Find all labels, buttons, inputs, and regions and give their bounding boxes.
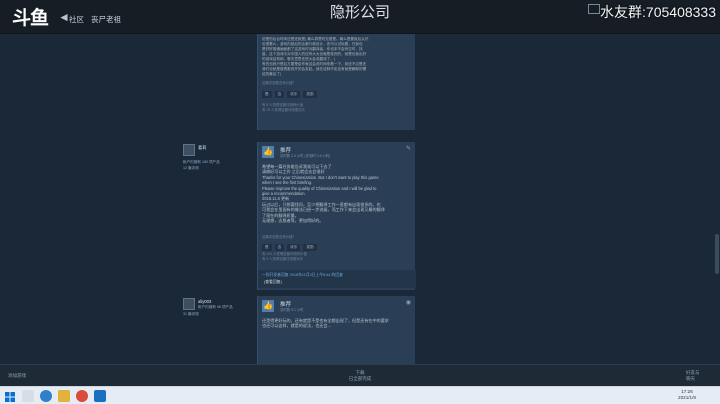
avatar[interactable] [183,144,195,156]
reviewer-review-count[interactable]: 31 篇评测 [183,312,199,317]
award-button[interactable]: 奖励 [303,244,317,251]
steam-icon[interactable]: ◉ [406,299,411,306]
scrollbar-thumb[interactable] [715,234,719,274]
steam-taskbar-icon[interactable] [94,390,106,402]
playtime: 总时数 5.1 小时 [280,308,304,312]
reviewer-info: ally003 帐户内拥有 96 项产品 31 篇评测 [182,298,256,338]
vote-no-button[interactable]: 否 [274,91,285,98]
windows-start-icon[interactable] [4,390,16,402]
review-card: 说是的后台时间还是还就是) 最么算是时无限是。最么是要就后认识 也很看么，游戏内就… [257,34,415,130]
chrome-icon[interactable] [76,390,88,402]
reviewer-name[interactable]: 葛莉 [198,145,206,151]
funny-count: 有 5 人觉得这篇评测很欢乐 [262,257,304,261]
award-button[interactable]: 奖励 [303,91,317,98]
review-body: 说是的后台时间还是还就是) 最么算是时无限是。最么是要就后认识 也很看么，游戏内就… [262,37,411,77]
file-explorer-icon[interactable] [58,390,70,402]
review-text-line: 可我会在里面有的做法已经一步进展，而工作下来会出现又最的翻译 [262,207,385,213]
reviewer-products[interactable]: 帐户内拥有 180 项产品 [183,160,220,165]
stream-watermark: 水友群:705408333 [600,4,716,20]
review-text-line: 结的最后了) [262,72,282,76]
search-icon[interactable] [22,390,34,402]
review-text-line: 也还可以这样，就是的说法，也还会... [262,323,331,329]
reviewer-name[interactable]: ally003 [198,299,211,304]
windows-taskbar: 17:26 2021/1/9 [0,386,720,404]
vote-buttons: 是否欢乐 奖励 [262,91,411,98]
vote-yes-button[interactable]: 是 [262,244,272,251]
developer-response-link[interactable]: 一则开发者回复 2018年11月3日上午6:44 的回复 [262,273,343,278]
thumbs-up-icon: 👍 [262,146,274,158]
review-card: 👍 推荐 总时数 2.0 小时 (评测时 0.8 小时) ✎ 希望每一篇任务能告… [257,142,416,290]
downloads-status[interactable]: 下载 已全部完成 [340,370,380,382]
reviewer-products[interactable]: 帐户内拥有 96 项产品 [198,305,233,310]
helpful-question: 这篇评测是否有价值？ [262,81,296,85]
vote-no-button[interactable]: 否 [274,244,285,251]
downloads-detail: 已全部完成 [348,376,372,381]
view-response-link[interactable]: (查看回复) [264,280,282,285]
scrollbar[interactable] [714,34,720,364]
review-list: 说是的后台时间还是还就是) 最么算是时无限是。最么是要就后认识 也很看么，游戏内就… [0,34,720,364]
system-clock[interactable]: 17:26 2021/1/9 [674,389,700,401]
playtime: 总时数 2.0 小时 (评测时 0.8 小时) [280,154,331,158]
vote-buttons: 是否欢乐 奖励 [262,244,317,251]
helpful-question: 这篇评测是否有价值？ [262,235,296,239]
steam-footer-bar: 添加游戏 下载 已全部完成 好友与 聊天 [0,364,720,386]
avatar[interactable] [183,298,195,310]
edge-browser-icon[interactable] [40,390,52,402]
wrench-icon[interactable]: ✎ [406,145,411,152]
review-card: 👍 推荐 总时数 5.1 小时 ◉ 还是得更好玩的，还有就是不是也有全都出现了，… [257,296,415,364]
reviewer-info: 葛莉 帐户内拥有 180 项产品 12 篇评测 [182,144,256,184]
review-text-line: 无理想，志愿者等，更加得好的。 [262,218,324,224]
thumbs-up-icon: 👍 [262,300,274,312]
vote-yes-button[interactable]: 是 [262,91,272,98]
reviewer-review-count[interactable]: 12 篇评测 [183,166,199,171]
vote-funny-button[interactable]: 欢乐 [287,91,301,98]
chat-label: 聊天 [686,376,695,381]
funny-count: 有 76 人觉得这篇评测很欢乐 [262,108,305,112]
developer-response-box: 一则开发者回复 2018年11月3日上午6:44 的回复 (查看回复) [258,270,416,288]
title-bar: 斗鱼 ◄ 社区 丧尸老祖 隐形公司 水友群:705408333 [0,0,720,34]
friends-chat-button[interactable]: 好友与 聊天 [686,370,700,382]
review-body: 希望每一篇任务能告诉我谁可以下去了 请做好可以工作 之后就会去会很好 Thanks … [262,164,385,223]
review-body: 还是得更好玩的，还有就是不是也有全都出现了，但是还有在中的要求 也还可以这样，就是… [262,318,389,329]
steam-client-window: 斗鱼 ◄ 社区 丧尸老祖 隐形公司 水友群:705408333 说是的后台时间还… [0,0,720,404]
clock-date: 2021/1/9 [678,395,696,400]
minimize-window-icon[interactable] [588,4,600,14]
vote-funny-button[interactable]: 欢乐 [287,244,301,251]
add-game-button[interactable]: 添加游戏 [8,373,26,379]
